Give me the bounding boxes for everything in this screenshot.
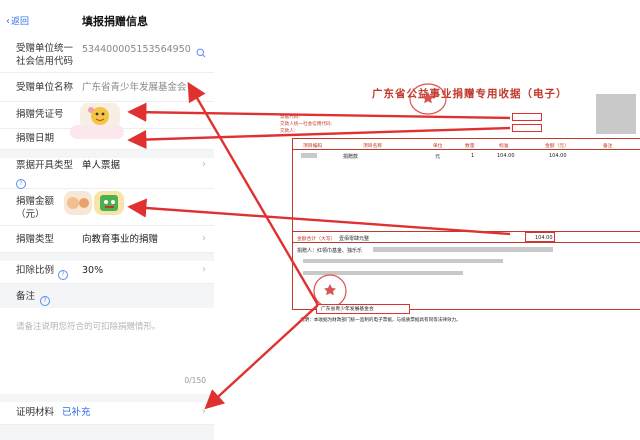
arrow-voucher — [127, 102, 511, 122]
annotation-arrows — [127, 81, 511, 410]
arrow-unit-name — [187, 81, 320, 306]
arrow-proof — [204, 304, 319, 410]
arrow-amount — [127, 198, 511, 236]
arrow-date — [127, 126, 511, 150]
